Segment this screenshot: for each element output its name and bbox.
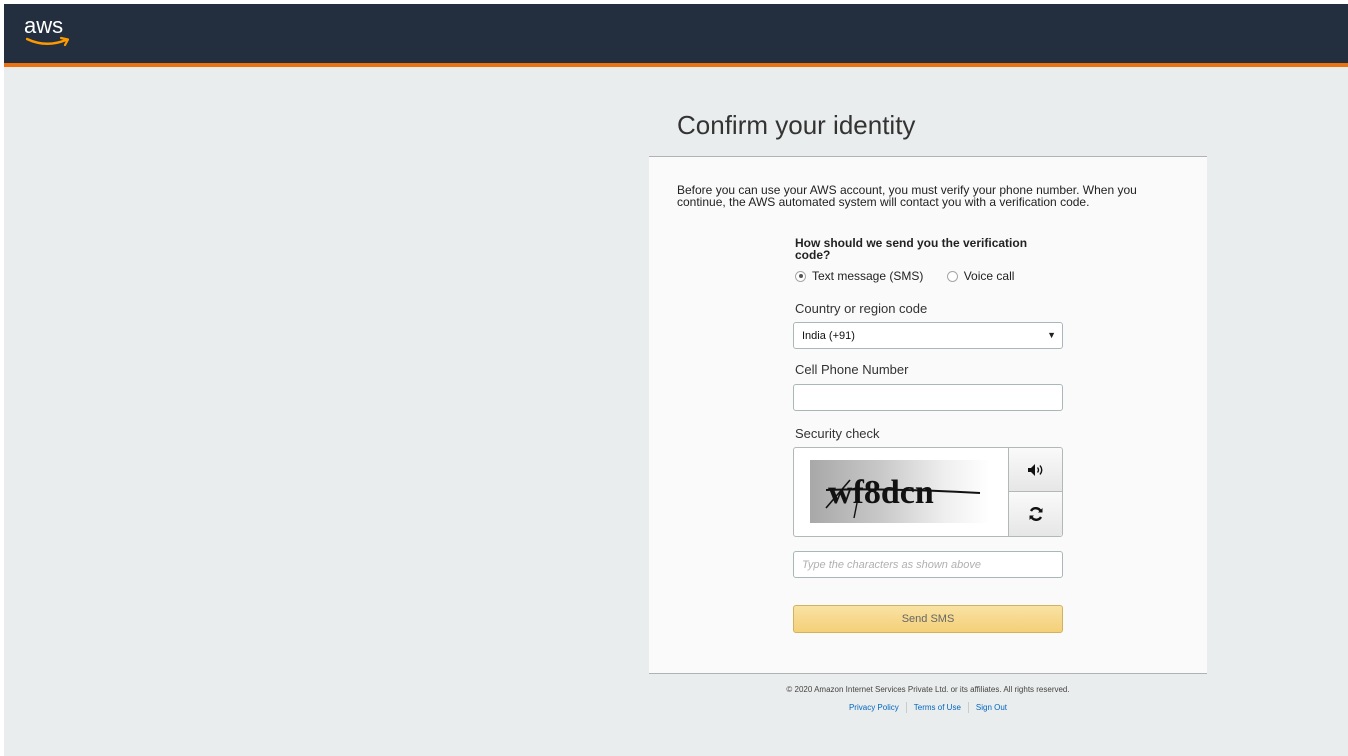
identity-panel: Before you can use your AWS account, you… xyxy=(649,156,1207,674)
privacy-policy-link[interactable]: Privacy Policy xyxy=(842,703,906,712)
phone-label: Cell Phone Number xyxy=(795,362,909,377)
copyright-text: © 2020 Amazon Internet Services Private … xyxy=(786,685,1070,694)
page-background: aws Confirm your identity Before you can… xyxy=(4,4,1348,756)
page-title: Confirm your identity xyxy=(677,110,916,140)
terms-of-use-link[interactable]: Terms of Use xyxy=(907,703,968,712)
method-radio-group: Text message (SMS) Voice call xyxy=(795,269,1055,287)
captcha-audio-button[interactable] xyxy=(1008,448,1062,492)
header-accent-stripe xyxy=(4,63,1348,67)
captcha-text: wf8dcn xyxy=(828,474,934,511)
radio-option-sms[interactable]: Text message (SMS) xyxy=(795,269,923,283)
captcha-refresh-button[interactable] xyxy=(1008,492,1062,536)
dropdown-arrow-icon: ▼ xyxy=(1047,330,1056,340)
sms-radio-label: Text message (SMS) xyxy=(812,269,924,283)
captcha-input[interactable] xyxy=(793,551,1063,578)
country-label: Country or region code xyxy=(795,301,928,316)
country-select-value: India (+91) xyxy=(802,330,855,342)
captcha-graphic: wf8dcn xyxy=(825,474,981,519)
captcha-box: wf8dcn xyxy=(793,447,1063,537)
speaker-icon xyxy=(1027,463,1042,476)
voice-radio-label: Voice call xyxy=(963,269,1015,283)
method-question: How should we send you the verification … xyxy=(795,236,1028,262)
captcha-image: wf8dcn xyxy=(810,460,990,523)
security-check-label: Security check xyxy=(795,426,880,441)
refresh-icon xyxy=(1029,507,1042,521)
top-navigation-bar: aws xyxy=(4,4,1348,63)
intro-text: Before you can use your AWS account, you… xyxy=(677,183,1137,209)
send-sms-button[interactable]: Send SMS xyxy=(793,605,1063,633)
country-select[interactable]: India (+91) ▼ xyxy=(793,322,1063,349)
voice-radio[interactable] xyxy=(946,270,958,282)
aws-logo-text: aws xyxy=(24,13,64,38)
aws-logo[interactable]: aws xyxy=(24,14,84,50)
aws-smile-icon xyxy=(26,36,70,47)
footer-links: Privacy Policy Terms of Use Sign Out xyxy=(649,702,1207,713)
phone-number-input[interactable] xyxy=(793,384,1063,411)
sms-radio[interactable] xyxy=(795,270,806,282)
radio-option-voice[interactable]: Voice call xyxy=(946,269,1015,283)
sign-out-link[interactable]: Sign Out xyxy=(969,703,1014,712)
